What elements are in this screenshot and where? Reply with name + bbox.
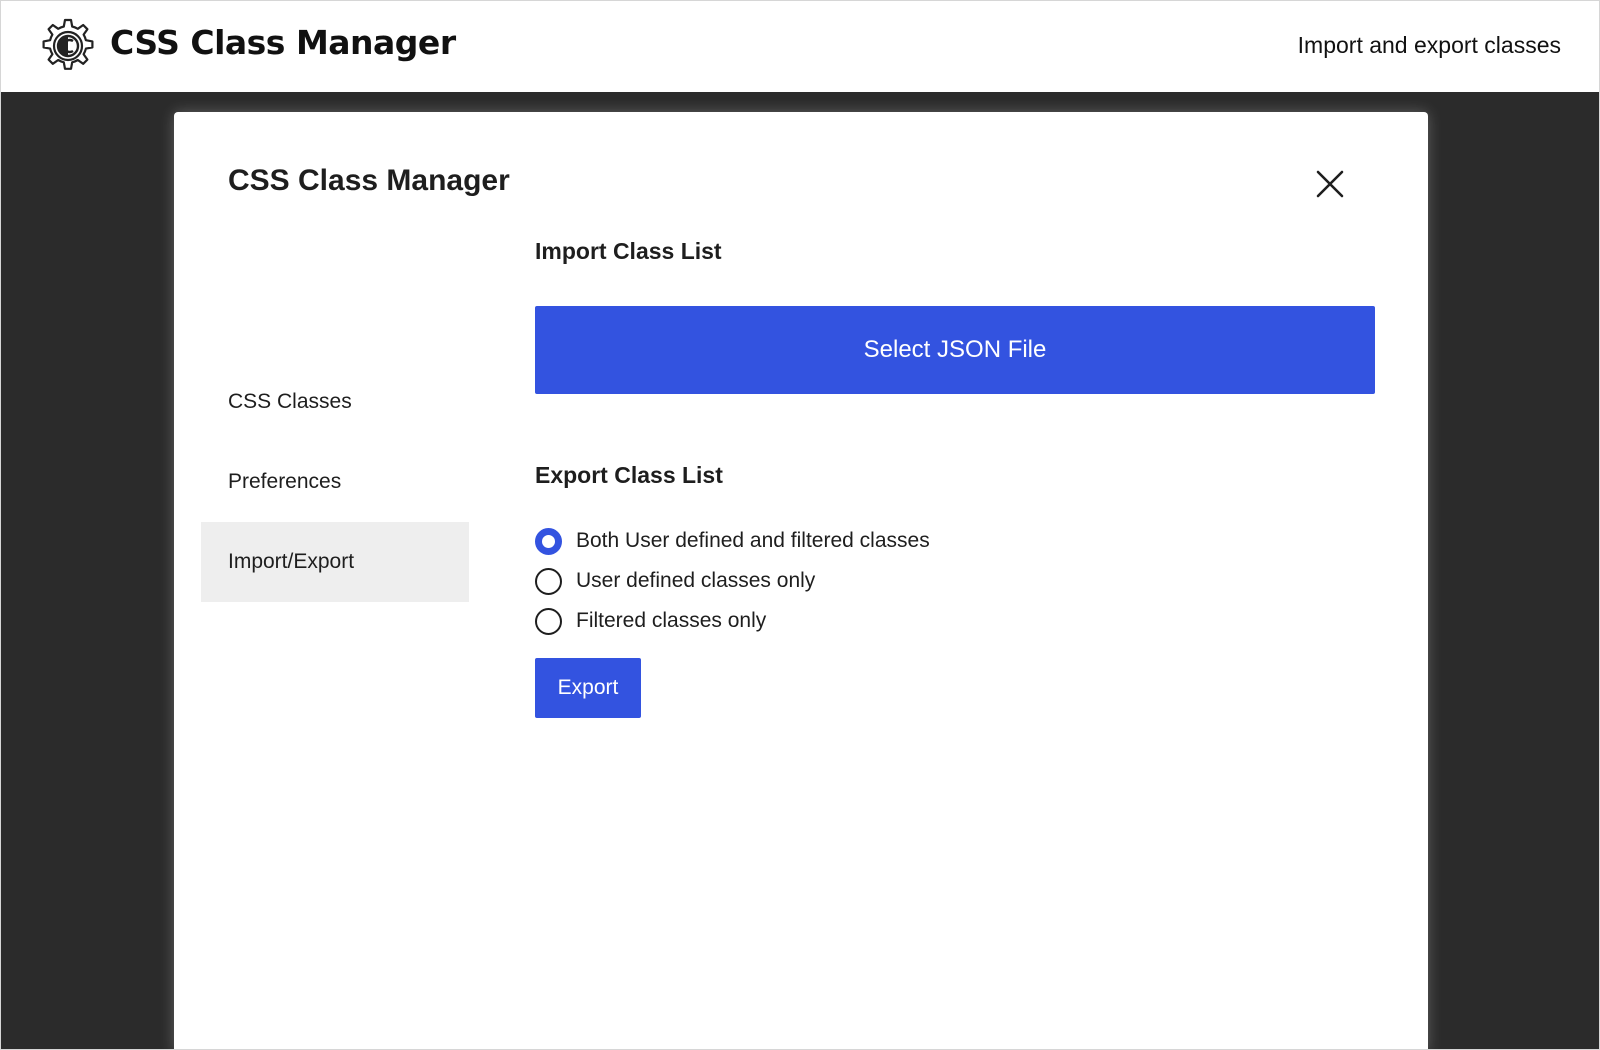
app-frame: CSS Class Manager Import and export clas… bbox=[0, 0, 1600, 1050]
app-title: CSS Class Manager bbox=[110, 23, 456, 62]
radio-label: Both User defined and filtered classes bbox=[576, 529, 930, 552]
radio-button[interactable] bbox=[535, 567, 562, 595]
radio-label: User defined classes only bbox=[576, 569, 816, 592]
nav-item-label: Import/Export bbox=[228, 550, 355, 573]
nav-item-label: CSS Classes bbox=[228, 390, 352, 413]
header-subtitle: Import and export classes bbox=[1297, 32, 1561, 58]
gear-c-logo-icon bbox=[42, 18, 94, 70]
nav-item-import-export[interactable]: Import/Export bbox=[201, 522, 469, 602]
nav-item-preferences[interactable]: Preferences bbox=[201, 442, 469, 522]
export-option-user-defined[interactable]: User defined classes only bbox=[535, 566, 815, 596]
export-button[interactable]: Export bbox=[535, 658, 641, 718]
import-export-panel: Import Class List Select JSON File Expor… bbox=[535, 112, 1375, 1012]
settings-modal: CSS Class Manager CSS Classes Preference… bbox=[174, 112, 1428, 1049]
nav-item-label: Preferences bbox=[228, 470, 342, 493]
modal-title: CSS Class Manager bbox=[228, 164, 510, 197]
export-heading: Export Class List bbox=[535, 462, 723, 488]
select-json-file-button[interactable]: Select JSON File bbox=[535, 306, 1375, 394]
top-header: CSS Class Manager Import and export clas… bbox=[1, 1, 1599, 92]
nav-item-css-classes[interactable]: CSS Classes bbox=[201, 362, 469, 442]
radio-button-checked[interactable] bbox=[535, 527, 562, 555]
radio-label: Filtered classes only bbox=[576, 609, 767, 632]
import-heading: Import Class List bbox=[535, 238, 722, 264]
export-option-filtered[interactable]: Filtered classes only bbox=[535, 606, 766, 636]
export-option-both[interactable]: Both User defined and filtered classes bbox=[535, 526, 930, 556]
radio-button[interactable] bbox=[535, 607, 562, 635]
